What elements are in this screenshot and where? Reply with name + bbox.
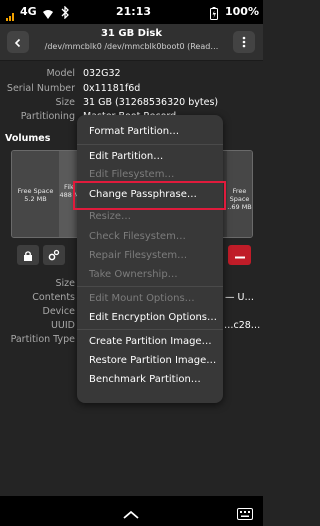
chevron-up-icon[interactable] bbox=[122, 505, 140, 524]
detail-partition-type-label: Partition Type bbox=[10, 334, 75, 345]
menu-item-restore-partition-image[interactable]: Restore Partition Image… bbox=[89, 355, 216, 366]
minus-icon bbox=[234, 247, 245, 263]
segment-size: ..69 MB bbox=[227, 203, 252, 211]
status-bar: 4G 21:13 100% bbox=[0, 0, 263, 24]
menu-separator bbox=[77, 286, 223, 287]
main-menu-button[interactable] bbox=[233, 31, 255, 53]
menu-item-resize[interactable]: Resize… bbox=[89, 211, 131, 222]
menu-item-edit-mount-options[interactable]: Edit Mount Options… bbox=[89, 293, 195, 304]
segment-label: Free Space bbox=[17, 187, 54, 195]
window-subtitle: /dev/mmcblk0 /dev/mmcblk0boot0 (Read… bbox=[44, 42, 219, 51]
menu-separator bbox=[77, 144, 223, 145]
free-space-segment[interactable]: Free Space 5.2 MB bbox=[12, 151, 59, 237]
highlight-outline bbox=[73, 181, 226, 210]
menu-item-repair-filesystem[interactable]: Repair Filesystem… bbox=[89, 250, 187, 261]
menu-item-benchmark-partition[interactable]: Benchmark Partition… bbox=[89, 374, 201, 385]
bluetooth-icon bbox=[61, 4, 69, 23]
size-label: Size bbox=[55, 97, 75, 108]
partition-actions-menu: Format Partition… Edit Partition… Edit F… bbox=[77, 115, 223, 403]
lock-button[interactable] bbox=[17, 245, 39, 265]
lock-icon bbox=[23, 246, 33, 265]
detail-size-label: Size bbox=[55, 278, 75, 289]
navigation-bar bbox=[0, 496, 263, 526]
keyboard-icon[interactable] bbox=[237, 505, 253, 524]
kebab-menu-icon bbox=[242, 33, 246, 52]
battery-level: 100% bbox=[225, 5, 259, 18]
menu-item-check-filesystem[interactable]: Check Filesystem… bbox=[89, 231, 186, 242]
window-title: 31 GB Disk bbox=[100, 28, 163, 39]
free-space-segment[interactable]: Free Space ..69 MB bbox=[227, 151, 252, 237]
serial-value: 0x11181f6d bbox=[83, 83, 141, 94]
menu-item-edit-encryption-options[interactable]: Edit Encryption Options… bbox=[89, 312, 217, 323]
size-value: 31 GB (31268536320 bytes) bbox=[83, 97, 219, 108]
menu-item-edit-filesystem[interactable]: Edit Filesystem… bbox=[89, 169, 174, 180]
header-bar: 31 GB Disk /dev/mmcblk0 /dev/mmcblk0boot… bbox=[0, 24, 263, 61]
model-label: Model bbox=[46, 68, 75, 79]
segment-size: 5.2 MB bbox=[24, 195, 47, 203]
detail-uuid-value: …c28… bbox=[224, 320, 261, 331]
wifi-icon bbox=[42, 5, 54, 24]
delete-partition-button[interactable] bbox=[228, 245, 251, 265]
partitioning-label: Partitioning bbox=[20, 111, 75, 122]
menu-item-take-ownership[interactable]: Take Ownership… bbox=[89, 269, 178, 280]
detail-device-label: Device bbox=[42, 306, 76, 317]
menu-item-format-partition[interactable]: Format Partition… bbox=[89, 126, 179, 137]
menu-separator bbox=[77, 329, 223, 330]
detail-contents-label: Contents bbox=[32, 292, 75, 303]
back-arrow-icon bbox=[13, 33, 23, 52]
back-button[interactable] bbox=[7, 31, 29, 53]
detail-contents-value: — U… bbox=[225, 292, 254, 303]
battery-icon bbox=[210, 5, 218, 24]
volumes-heading: Volumes bbox=[5, 133, 51, 144]
clock: 21:13 bbox=[116, 5, 152, 18]
segment-label: Free Space bbox=[229, 187, 250, 203]
detail-uuid-label: UUID bbox=[50, 320, 75, 331]
model-value: 032G32 bbox=[83, 68, 121, 79]
signal-icon bbox=[6, 6, 16, 25]
menu-item-edit-partition[interactable]: Edit Partition… bbox=[89, 151, 163, 162]
more-actions-button[interactable] bbox=[43, 245, 65, 265]
gears-icon bbox=[48, 246, 60, 265]
serial-label: Serial Number bbox=[6, 83, 75, 94]
network-type: 4G bbox=[20, 5, 37, 18]
menu-item-create-partition-image[interactable]: Create Partition Image… bbox=[89, 336, 212, 347]
